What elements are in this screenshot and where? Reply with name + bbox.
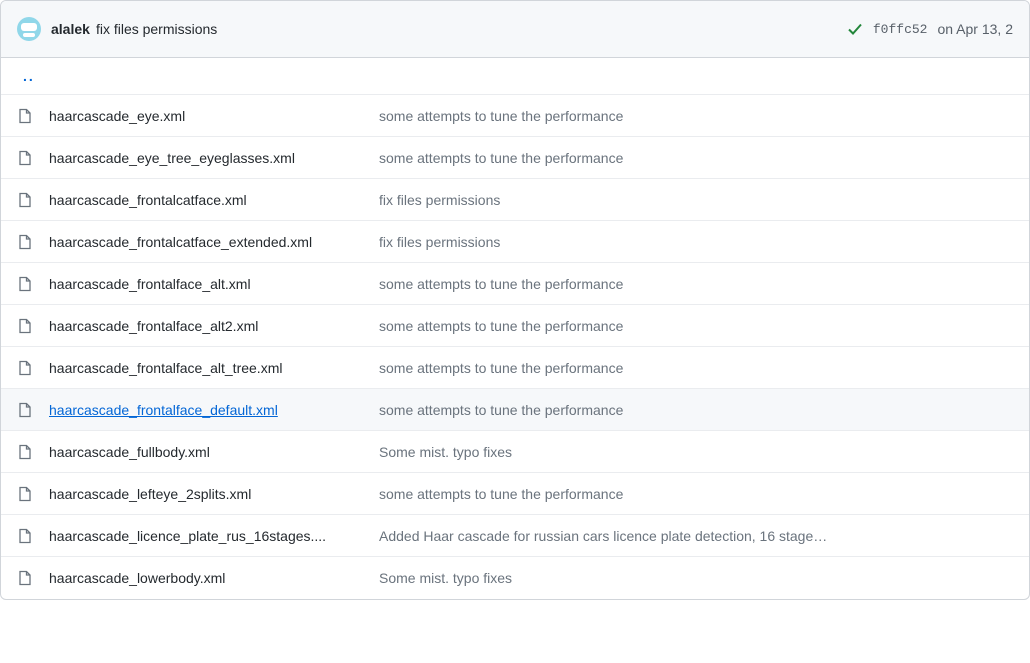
commit-meta: f0ffc52 on Apr 13, 2 [847,21,1013,37]
file-row[interactable]: haarcascade_frontalcatface_extended.xmlf… [1,221,1029,263]
file-name-link[interactable]: haarcascade_frontalcatface.xml [49,192,379,208]
file-icon [17,192,33,208]
file-icon [17,570,33,586]
file-row[interactable]: haarcascade_frontalface_alt_tree.xmlsome… [1,347,1029,389]
file-name-link[interactable]: haarcascade_frontalface_alt2.xml [49,318,379,334]
file-name-link[interactable]: haarcascade_frontalcatface_extended.xml [49,234,379,250]
file-commit-message[interactable]: some attempts to tune the performance [379,108,1013,124]
file-commit-message[interactable]: Added Haar cascade for russian cars lice… [379,528,1013,544]
commit-date: on Apr 13, 2 [937,21,1013,37]
file-name-link[interactable]: haarcascade_licence_plate_rus_16stages..… [49,528,379,544]
file-icon [17,528,33,544]
file-icon [17,276,33,292]
file-commit-message[interactable]: some attempts to tune the performance [379,150,1013,166]
file-name-link[interactable]: haarcascade_frontalface_alt_tree.xml [49,360,379,376]
file-name-link[interactable]: haarcascade_eye_tree_eyeglasses.xml [49,150,379,166]
file-name-link[interactable]: haarcascade_frontalface_alt.xml [49,276,379,292]
file-icon [17,318,33,334]
file-commit-message[interactable]: Some mist. typo fixes [379,570,1013,586]
file-name-link[interactable]: haarcascade_lowerbody.xml [49,570,379,586]
file-row[interactable]: haarcascade_eye.xmlsome attempts to tune… [1,95,1029,137]
file-row[interactable]: haarcascade_eye_tree_eyeglasses.xmlsome … [1,137,1029,179]
file-commit-message[interactable]: some attempts to tune the performance [379,360,1013,376]
commit-message[interactable]: fix files permissions [96,21,217,37]
file-icon [17,108,33,124]
file-row[interactable]: haarcascade_frontalface_alt.xmlsome atte… [1,263,1029,305]
file-row[interactable]: haarcascade_frontalface_default.xmlsome … [1,389,1029,431]
file-name-link[interactable]: haarcascade_frontalface_default.xml [49,402,379,418]
file-commit-message[interactable]: some attempts to tune the performance [379,276,1013,292]
check-icon[interactable] [847,21,863,37]
file-icon [17,360,33,376]
file-icon [17,234,33,250]
file-icon [17,444,33,460]
file-icon [17,402,33,418]
file-commit-message[interactable]: some attempts to tune the performance [379,318,1013,334]
file-listing-container: alalek fix files permissions f0ffc52 on … [0,0,1030,600]
file-name-link[interactable]: haarcascade_eye.xml [49,108,379,124]
file-row[interactable]: haarcascade_lefteye_2splits.xmlsome atte… [1,473,1029,515]
parent-directory-row[interactable]: .. [1,58,1029,95]
file-icon [17,486,33,502]
file-name-link[interactable]: haarcascade_fullbody.xml [49,444,379,460]
commit-header: alalek fix files permissions f0ffc52 on … [1,1,1029,58]
commit-author[interactable]: alalek [51,21,90,37]
file-commit-message[interactable]: Some mist. typo fixes [379,444,1013,460]
file-row[interactable]: haarcascade_frontalface_alt2.xmlsome att… [1,305,1029,347]
file-icon [17,150,33,166]
file-commit-message[interactable]: some attempts to tune the performance [379,402,1013,418]
file-commit-message[interactable]: some attempts to tune the performance [379,486,1013,502]
file-row[interactable]: haarcascade_licence_plate_rus_16stages..… [1,515,1029,557]
file-row[interactable]: haarcascade_frontalcatface.xmlfix files … [1,179,1029,221]
parent-directory-link[interactable]: .. [17,68,35,84]
file-name-link[interactable]: haarcascade_lefteye_2splits.xml [49,486,379,502]
commit-hash[interactable]: f0ffc52 [873,22,928,37]
file-commit-message[interactable]: fix files permissions [379,192,1013,208]
file-row[interactable]: haarcascade_lowerbody.xmlSome mist. typo… [1,557,1029,599]
file-commit-message[interactable]: fix files permissions [379,234,1013,250]
avatar[interactable] [17,17,41,41]
file-rows: haarcascade_eye.xmlsome attempts to tune… [1,95,1029,599]
file-row[interactable]: haarcascade_fullbody.xmlSome mist. typo … [1,431,1029,473]
